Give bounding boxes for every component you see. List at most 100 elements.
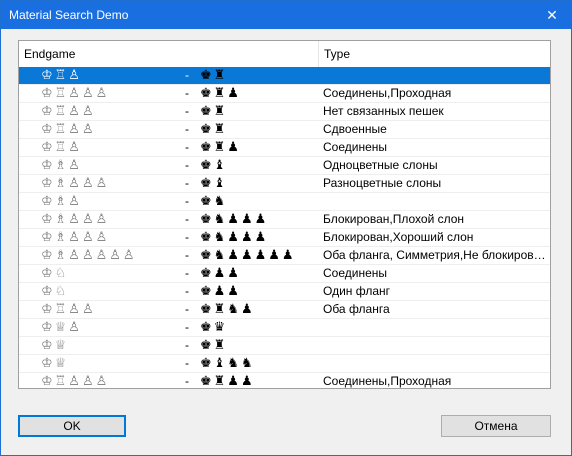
endgame-type: Разноцветные слоны — [323, 176, 442, 190]
list-item[interactable]: ♔♗♙♙♙ - ♚♞♟♟♟ Блокирован,Хороший слон — [19, 229, 550, 247]
list-item[interactable]: ♔♘ - ♚♟♟ Один фланг — [19, 283, 550, 301]
list-header: Endgame Type — [19, 41, 550, 68]
black-material: ♚♜♞♟ — [200, 302, 255, 317]
list-item[interactable]: ♔♘ - ♚♟♟ Соединены — [19, 265, 550, 283]
endgame-type: Соединены — [323, 266, 388, 280]
black-material: ♚♝ — [200, 158, 228, 173]
black-material: ♚♜ — [200, 122, 228, 137]
white-material: ♔♗♙ — [41, 158, 82, 173]
material-separator: - — [185, 176, 189, 190]
list-item[interactable]: ♔♖♙♙ - ♚♜♞♟ Оба фланга — [19, 301, 550, 319]
dialog-window: Material Search Demo ✕ Endgame Type ♔♖♙ -… — [0, 0, 572, 456]
black-material: ♚♞ — [200, 194, 228, 209]
white-material: ♔♖♙♙ — [41, 302, 96, 317]
endgame-type: Нет связанных пешек — [323, 104, 444, 118]
list-item[interactable]: ♔♕ - ♚♝♞♞ — [19, 355, 550, 373]
material-separator: - — [185, 230, 189, 244]
endgame-type: Соединены — [323, 140, 388, 154]
black-material: ♚♜ — [200, 338, 228, 353]
list-item[interactable]: ♔♗♙♙♙ - ♚♞♟♟♟ Блокирован,Плохой слон — [19, 211, 550, 229]
material-separator: - — [185, 158, 189, 172]
list-item[interactable]: ♔♕♙ - ♚♛ — [19, 319, 550, 337]
white-material: ♔♕ — [41, 356, 69, 371]
cancel-button[interactable]: Отмена — [441, 415, 551, 437]
list-item[interactable]: ♔♖♙ - ♚♜ — [19, 67, 550, 85]
black-material: ♚♝♞♞ — [200, 356, 255, 371]
endgame-type: Блокирован,Хороший слон — [323, 230, 474, 244]
column-header-type[interactable]: Type — [324, 41, 350, 67]
material-separator: - — [185, 374, 189, 388]
endgame-type — [323, 337, 548, 354]
black-material: ♚♞♟♟♟ — [200, 212, 269, 227]
list-item[interactable]: ♔♖♙♙ - ♚♜ Сдвоенные — [19, 121, 550, 139]
material-separator: - — [185, 266, 189, 280]
white-material: ♔♖♙♙ — [41, 104, 96, 119]
endgame-list[interactable]: Endgame Type ♔♖♙ - ♚♜ ♔♖♙♙♙ - ♚♜♟ Соединены,Пр… — [18, 40, 551, 389]
ok-button[interactable]: OK — [18, 415, 126, 437]
material-separator: - — [185, 248, 189, 262]
white-material: ♔♖♙♙♙ — [41, 374, 110, 389]
white-material: ♔♖♙ — [41, 140, 82, 155]
list-item[interactable]: ♔♗♙♙♙♙♙ - ♚♞♟♟♟♟♟ Оба фланга, Симметрия,Не … — [19, 247, 550, 265]
material-separator: - — [185, 338, 189, 352]
black-material: ♚♜ — [200, 104, 228, 119]
black-material: ♚♛ — [200, 320, 228, 335]
endgame-type: Один фланг — [323, 284, 391, 298]
material-separator: - — [185, 104, 189, 118]
list-item[interactable]: ♔♖♙♙♙ - ♚♜♟ Соединены,Проходная — [19, 85, 550, 103]
black-material: ♚♞♟♟♟♟♟ — [200, 248, 296, 263]
list-rows: ♔♖♙ - ♚♜ ♔♖♙♙♙ - ♚♜♟ Соединены,Проходная ♔♖♙♙ - ♚… — [19, 67, 550, 389]
white-material: ♔♗♙♙♙ — [41, 230, 110, 245]
endgame-type: Соединены,Проходная — [323, 374, 452, 388]
close-button[interactable]: ✕ — [541, 4, 563, 26]
title-bar[interactable]: Material Search Demo ✕ — [1, 1, 571, 29]
material-separator: - — [185, 122, 189, 136]
black-material: ♚♝ — [200, 176, 228, 191]
endgame-type: Оба фланга — [323, 302, 390, 316]
white-material: ♔♖♙♙♙ — [41, 86, 110, 101]
white-material: ♔♗♙ — [41, 194, 82, 209]
white-material: ♔♗♙♙♙♙♙ — [41, 248, 137, 263]
material-separator: - — [185, 140, 189, 154]
white-material: ♔♕♙ — [41, 320, 82, 335]
material-separator: - — [185, 320, 189, 334]
black-material: ♚♟♟ — [200, 266, 241, 281]
white-material: ♔♖♙ — [41, 68, 82, 83]
list-item[interactable]: ♔♗♙♙♙ - ♚♝ Разноцветные слоны — [19, 175, 550, 193]
white-material: ♔♖♙♙ — [41, 122, 96, 137]
black-material: ♚♜♟ — [200, 140, 241, 155]
list-item[interactable]: ♔♗♙ - ♚♝ Одноцветные слоны — [19, 157, 550, 175]
white-material: ♔♘ — [41, 266, 69, 281]
window-title: Material Search Demo — [9, 8, 129, 22]
list-item[interactable]: ♔♗♙ - ♚♞ — [19, 193, 550, 211]
endgame-type: Соединены,Проходная — [323, 86, 452, 100]
material-separator: - — [185, 356, 189, 370]
list-item[interactable]: ♔♖♙♙♙ - ♚♜♟♟ Соединены,Проходная — [19, 373, 550, 389]
material-separator: - — [185, 194, 189, 208]
list-item[interactable]: ♔♕ - ♚♜ — [19, 337, 550, 355]
endgame-type: Блокирован,Плохой слон — [323, 212, 465, 226]
black-material: ♚♜ — [200, 68, 228, 83]
endgame-type: Оба фланга, Симметрия,Не блокиров… — [323, 248, 546, 262]
column-separator[interactable] — [318, 41, 319, 67]
endgame-type: Одноцветные слоны — [323, 158, 438, 172]
endgame-type — [323, 193, 548, 210]
black-material: ♚♞♟♟♟ — [200, 230, 269, 245]
endgame-type — [323, 319, 548, 336]
white-material: ♔♕ — [41, 338, 69, 353]
black-material: ♚♟♟ — [200, 284, 241, 299]
column-header-endgame[interactable]: Endgame — [24, 41, 75, 67]
material-separator: - — [185, 302, 189, 316]
material-separator: - — [185, 86, 189, 100]
endgame-type: Сдвоенные — [323, 122, 387, 136]
black-material: ♚♜♟ — [200, 86, 241, 101]
list-item[interactable]: ♔♖♙ - ♚♜♟ Соединены — [19, 139, 550, 157]
material-separator: - — [185, 212, 189, 226]
white-material: ♔♗♙♙♙ — [41, 212, 110, 227]
material-separator: - — [185, 284, 189, 298]
white-material: ♔♘ — [41, 284, 69, 299]
endgame-type — [323, 355, 548, 372]
endgame-type — [323, 67, 548, 84]
white-material: ♔♗♙♙♙ — [41, 176, 110, 191]
list-item[interactable]: ♔♖♙♙ - ♚♜ Нет связанных пешек — [19, 103, 550, 121]
